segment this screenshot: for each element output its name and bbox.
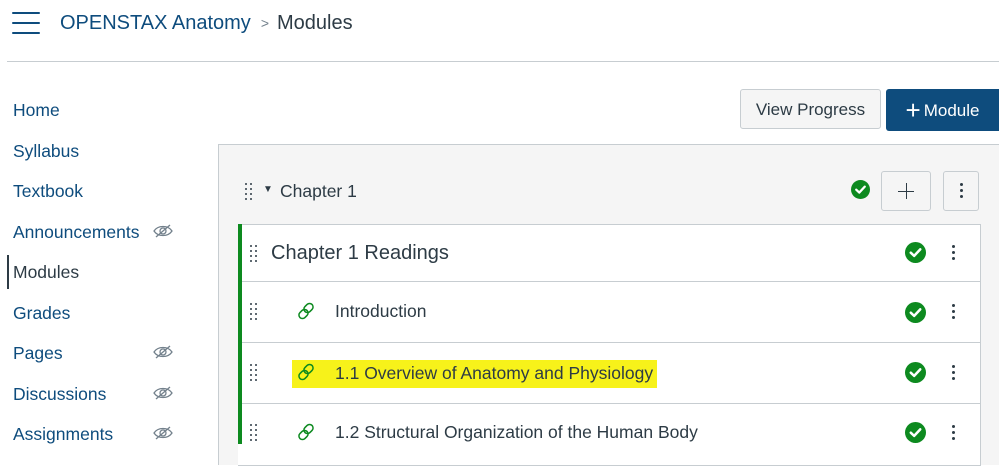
kebab-icon[interactable] <box>952 365 956 381</box>
hamburger-icon[interactable] <box>12 12 40 34</box>
sidebar-item-label: Pages <box>13 343 63 363</box>
module-item-title[interactable]: 1.1 Overview of Anatomy and Physiology <box>335 362 653 384</box>
sidebar-item-discussions[interactable]: Discussions <box>0 374 190 415</box>
module-options-button[interactable] <box>943 171 979 211</box>
caret-down-icon[interactable]: ▼ <box>263 184 273 195</box>
kebab-icon[interactable] <box>952 425 956 441</box>
view-progress-button[interactable]: View Progress <box>740 89 881 129</box>
published-indicator <box>238 224 242 444</box>
sidebar-item-modules[interactable]: Modules <box>0 252 190 293</box>
sidebar-item-label: Discussions <box>13 383 107 404</box>
drag-handle-icon[interactable] <box>250 364 258 381</box>
plus-icon: + <box>905 95 921 125</box>
breadcrumb: OPENSTAX Anatomy > Modules <box>60 11 353 36</box>
check-circle-icon <box>905 362 926 383</box>
drag-handle-icon[interactable] <box>245 183 253 200</box>
kebab-icon[interactable] <box>952 245 956 261</box>
add-module-label: Module <box>923 101 980 120</box>
course-navigation: Home Syllabus Textbook Announcements Mod… <box>0 90 190 455</box>
drag-handle-icon[interactable] <box>250 245 258 262</box>
sidebar-item-home[interactable]: Home <box>0 90 190 131</box>
add-item-button[interactable] <box>881 171 931 211</box>
link-icon <box>298 302 314 320</box>
sidebar-item-syllabus[interactable]: Syllabus <box>0 131 190 172</box>
check-circle-icon <box>851 180 870 199</box>
sidebar-item-assignments[interactable]: Assignments <box>0 414 190 455</box>
eye-slash-icon <box>153 345 173 359</box>
eye-slash-icon <box>153 426 173 440</box>
row-divider <box>242 403 980 404</box>
module-title: Chapter 1 <box>280 181 357 201</box>
sidebar-item-pages[interactable]: Pages <box>0 333 190 374</box>
link-icon <box>298 423 314 441</box>
sidebar-item-label: Grades <box>13 302 71 323</box>
eye-slash-icon <box>153 386 173 399</box>
sidebar-item-label: Syllabus <box>13 140 80 161</box>
kebab-icon[interactable] <box>952 304 956 320</box>
breadcrumb-course-link[interactable]: OPENSTAX Anatomy <box>60 12 251 34</box>
sidebar-item-label: Modules <box>13 262 80 282</box>
sidebar-item-label: Home <box>13 100 60 120</box>
eye-slash-icon <box>153 224 173 237</box>
drag-handle-icon[interactable] <box>250 303 258 320</box>
row-divider <box>242 281 980 282</box>
module-item-title[interactable]: 1.2 Structural Organization of the Human… <box>335 421 698 443</box>
sidebar-item-textbook[interactable]: Textbook <box>0 171 190 212</box>
check-circle-icon <box>905 242 926 263</box>
module-item-title: Chapter 1 Readings <box>271 242 449 264</box>
breadcrumb-separator: > <box>260 15 269 31</box>
sidebar-item-grades[interactable]: Grades <box>0 293 190 334</box>
header-divider <box>7 61 999 62</box>
sidebar-item-label: Textbook <box>13 181 84 201</box>
row-divider <box>242 342 980 343</box>
module-item-title[interactable]: Introduction <box>335 300 426 322</box>
sidebar-item-announcements[interactable]: Announcements <box>0 212 190 253</box>
sidebar-item-label: Announcements <box>13 221 140 242</box>
add-module-button[interactable]: + Module <box>886 89 999 131</box>
check-circle-icon <box>905 302 926 323</box>
breadcrumb-current: Modules <box>277 12 353 34</box>
check-circle-icon <box>905 422 926 443</box>
sidebar-item-label: Assignments <box>13 424 114 444</box>
link-icon <box>298 363 314 381</box>
kebab-icon <box>960 183 964 199</box>
